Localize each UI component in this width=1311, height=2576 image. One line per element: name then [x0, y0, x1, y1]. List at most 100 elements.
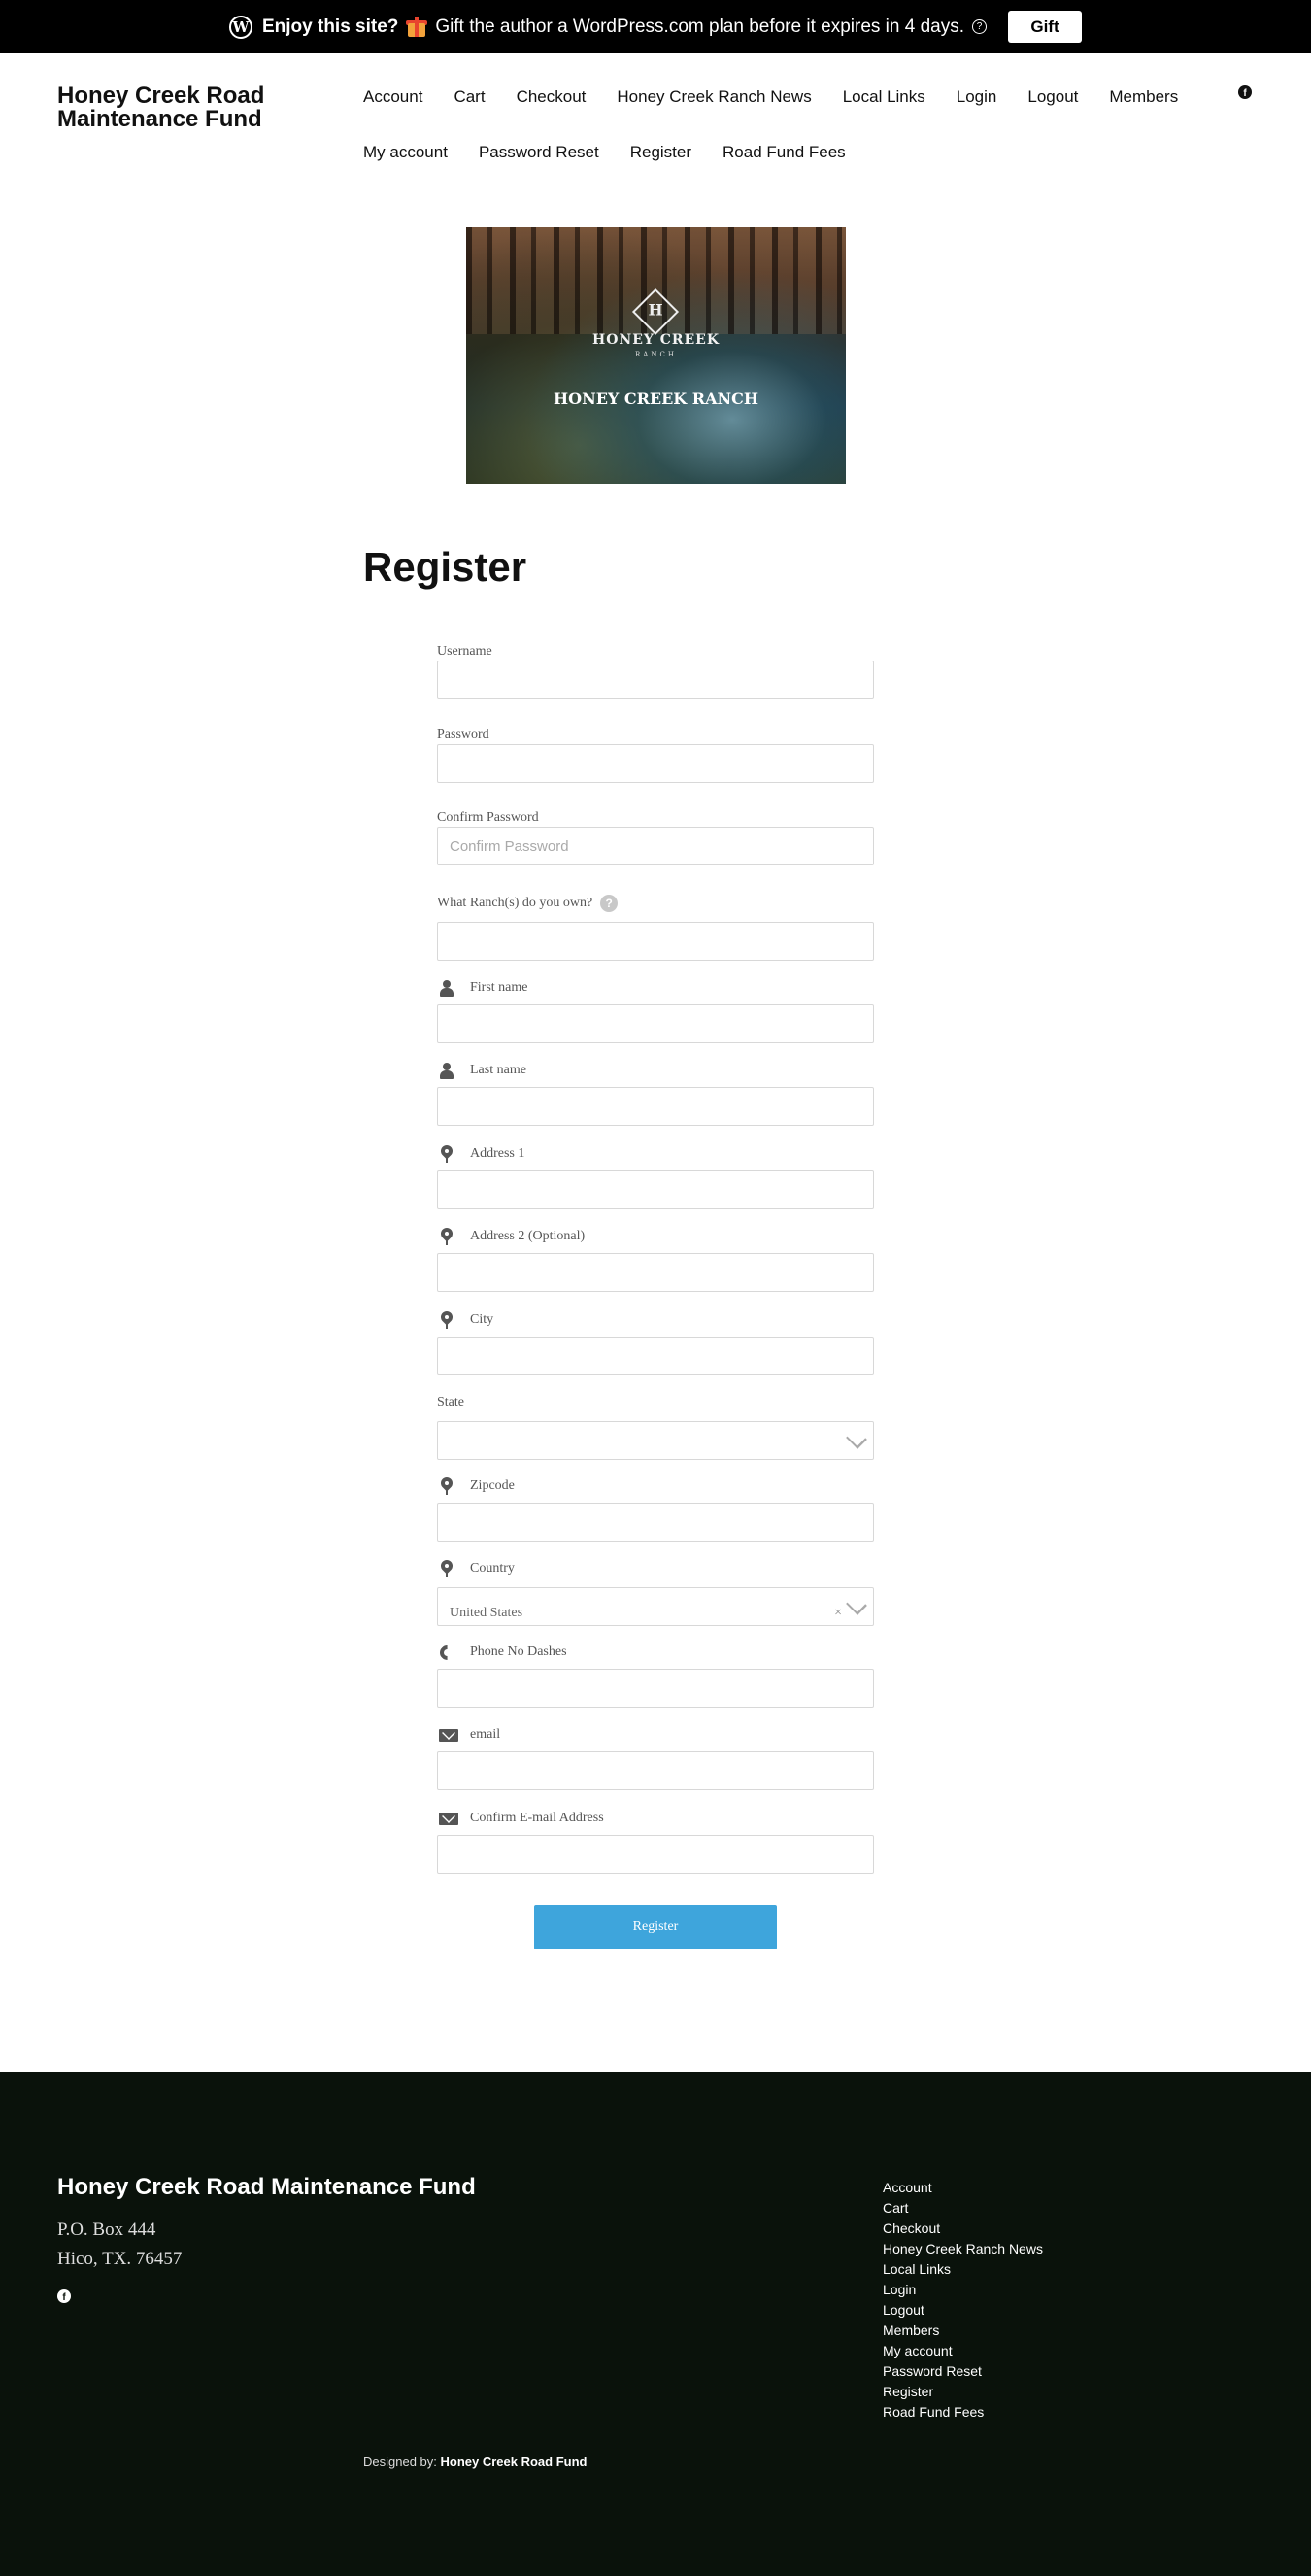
address2-input[interactable] [437, 1253, 874, 1292]
field-label: Address 2 (Optional) [437, 1225, 874, 1247]
address2-label: Address 2 (Optional) [470, 1229, 586, 1243]
email-label: email [470, 1727, 501, 1742]
nav-item-road-fund-fees[interactable]: Road Fund Fees [707, 143, 861, 162]
field-label: State [437, 1395, 464, 1409]
nav-item-password-reset[interactable]: Password Reset [463, 143, 615, 162]
first-name-input[interactable] [437, 1004, 874, 1043]
footer-nav-road-fund-fees[interactable]: Road Fund Fees [883, 2402, 1043, 2423]
credit-prefix: Designed by: [363, 2455, 437, 2469]
hero-image: H HONEY CREEK RANCH HONEY CREEK RANCH [466, 227, 846, 484]
nav-item-news[interactable]: Honey Creek Ranch News [601, 87, 826, 107]
footer-nav-members[interactable]: Members [883, 2321, 1043, 2341]
email-field: email [437, 1724, 874, 1790]
ranch-field: What Ranch(s) do you own? ? [437, 893, 874, 961]
country-label: Country [470, 1561, 515, 1576]
footer-nav-local-links[interactable]: Local Links [883, 2259, 1043, 2280]
nav-item-register[interactable]: Register [615, 143, 707, 162]
footer-address-line2: Hico, TX. 76457 [57, 2249, 183, 2269]
nav-item-login[interactable]: Login [941, 87, 1013, 107]
nav-row: Account Cart Checkout Honey Creek Ranch … [348, 78, 1222, 117]
address1-input[interactable] [437, 1170, 874, 1209]
map-pin-icon [438, 1557, 455, 1577]
zipcode-input[interactable] [437, 1503, 874, 1542]
nav-item-cart[interactable]: Cart [438, 87, 500, 107]
field-label: Zipcode [437, 1474, 874, 1497]
email-input[interactable] [437, 1751, 874, 1790]
facebook-icon[interactable]: f [1238, 85, 1252, 99]
nav-item-checkout[interactable]: Checkout [501, 87, 602, 107]
city-label: City [470, 1312, 494, 1327]
footer-nav: Account Cart Checkout Honey Creek Ranch … [883, 2178, 1043, 2423]
confirm-email-input[interactable] [437, 1835, 874, 1874]
field-label: Confirm E-mail Address [437, 1808, 874, 1829]
page-title: Register [363, 544, 527, 590]
footer-nav-password-reset[interactable]: Password Reset [883, 2361, 1043, 2382]
last-name-field: Last name [437, 1060, 874, 1126]
footer-nav-account[interactable]: Account [883, 2178, 1043, 2198]
hero-logo-sub: RANCH [635, 351, 677, 358]
register-button[interactable]: Register [534, 1905, 777, 1949]
first-name-label: First name [470, 980, 528, 995]
map-pin-icon [438, 1308, 455, 1329]
field-label: Username [437, 644, 492, 659]
facebook-icon[interactable]: f [57, 2289, 71, 2303]
hero-logo-name: HONEY CREEK [591, 332, 721, 348]
user-icon [439, 979, 454, 997]
primary-nav: Account Cart Checkout Honey Creek Ranch … [348, 78, 1222, 188]
envelope-icon [439, 1810, 458, 1827]
country-select[interactable]: United States × [437, 1587, 874, 1626]
confirm-email-field: Confirm E-mail Address [437, 1808, 874, 1874]
chevron-down-icon [846, 1428, 867, 1449]
phone-label: Phone No Dashes [470, 1644, 567, 1659]
footer-nav-news[interactable]: Honey Creek Ranch News [883, 2239, 1043, 2259]
field-label: Phone No Dashes [436, 1642, 874, 1664]
last-name-input[interactable] [437, 1087, 874, 1126]
state-select[interactable] [437, 1421, 874, 1460]
map-pin-icon [438, 1474, 455, 1495]
username-field: Username [437, 641, 874, 699]
address1-label: Address 1 [470, 1146, 525, 1161]
gift-icon [406, 17, 428, 38]
banner-message: Gift the author a WordPress.com plan bef… [435, 16, 964, 37]
nav-row: My account Password Reset Register Road … [348, 133, 1222, 172]
ranch-input[interactable] [437, 922, 874, 961]
help-icon[interactable]: ? [972, 19, 987, 34]
footer-nav-my-account[interactable]: My account [883, 2341, 1043, 2361]
nav-item-logout[interactable]: Logout [1012, 87, 1093, 107]
footer-credit: Designed by: Honey Creek Road Fund [363, 2455, 587, 2469]
city-input[interactable] [437, 1337, 874, 1375]
field-label: Address 1 [437, 1142, 874, 1165]
footer-address-line1: P.O. Box 444 [57, 2220, 156, 2240]
user-icon [439, 1062, 454, 1079]
site-title[interactable]: Honey Creek Road Maintenance Fund [57, 85, 310, 131]
confirm-password-input[interactable]: Confirm Password [437, 827, 874, 865]
footer-nav-cart[interactable]: Cart [883, 2198, 1043, 2219]
address1-field: Address 1 [437, 1142, 874, 1209]
nav-item-account[interactable]: Account [348, 87, 438, 107]
zipcode-label: Zipcode [470, 1478, 515, 1493]
field-label: City [437, 1308, 874, 1331]
nav-item-my-account[interactable]: My account [348, 143, 463, 162]
field-label: What Ranch(s) do you own? ? [437, 893, 874, 914]
footer-title: Honey Creek Road Maintenance Fund [57, 2174, 476, 2200]
footer-nav-register[interactable]: Register [883, 2382, 1043, 2402]
state-field: State [437, 1392, 874, 1460]
footer-nav-checkout[interactable]: Checkout [883, 2219, 1043, 2239]
password-input[interactable] [437, 744, 874, 783]
confirm-password-field: Confirm Password Confirm Password [437, 807, 874, 865]
field-label: First name [437, 977, 874, 999]
hero-caption: HONEY CREEK RANCH [554, 390, 758, 408]
clear-icon[interactable]: × [834, 1606, 842, 1621]
nav-item-local-links[interactable]: Local Links [827, 87, 941, 107]
username-input[interactable] [437, 661, 874, 699]
footer-nav-login[interactable]: Login [883, 2280, 1043, 2300]
address2-field: Address 2 (Optional) [437, 1225, 874, 1292]
phone-input[interactable] [437, 1669, 874, 1708]
credit-link[interactable]: Honey Creek Road Fund [441, 2455, 588, 2469]
help-icon[interactable]: ? [600, 895, 619, 912]
country-value: United States [450, 1606, 523, 1620]
phone-field: Phone No Dashes [436, 1642, 874, 1708]
nav-item-members[interactable]: Members [1093, 87, 1193, 107]
gift-button[interactable]: Gift [1008, 11, 1082, 43]
footer-nav-logout[interactable]: Logout [883, 2300, 1043, 2321]
